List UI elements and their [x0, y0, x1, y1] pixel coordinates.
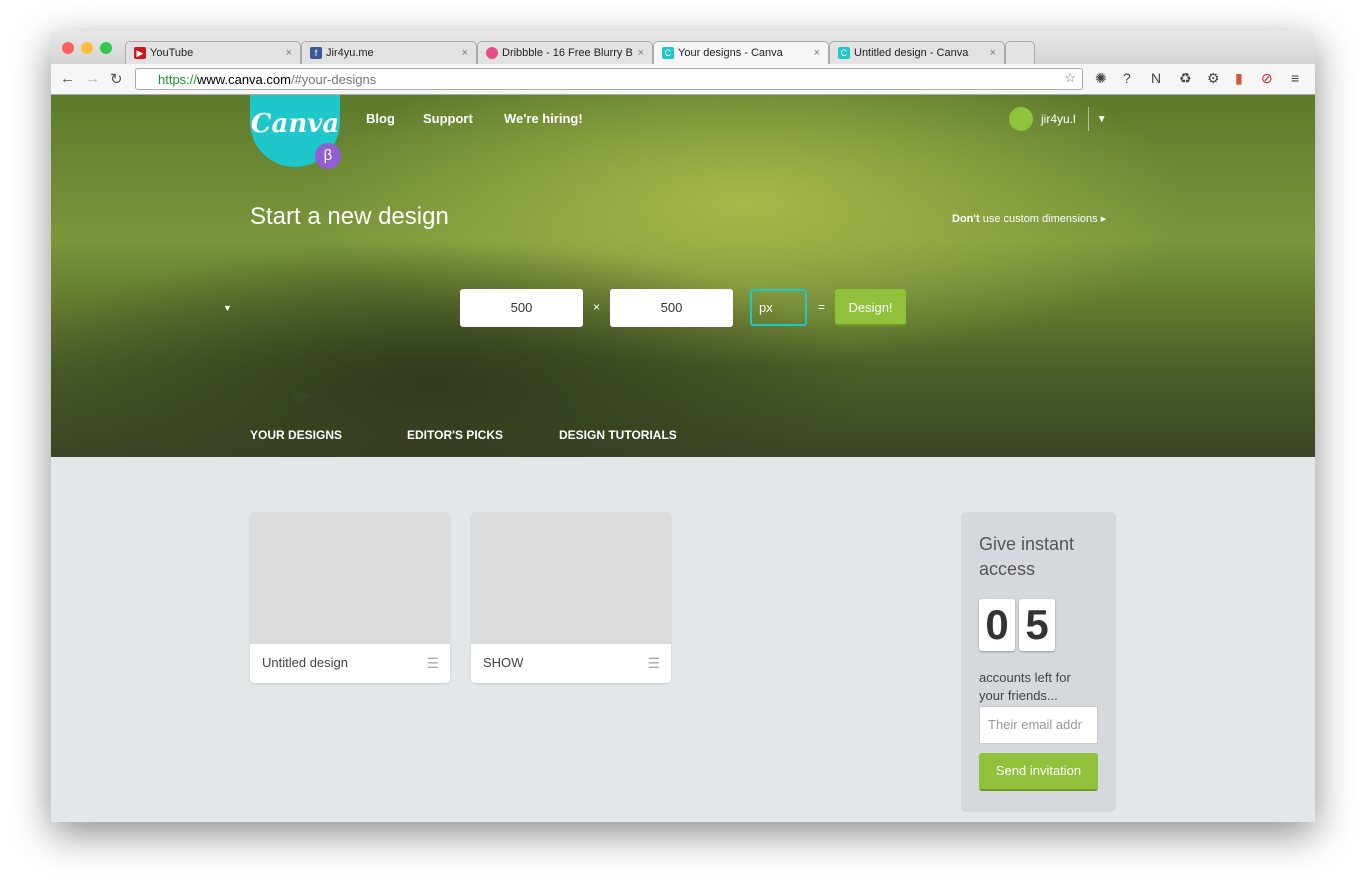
- new-tab-button[interactable]: [1005, 41, 1035, 64]
- user-menu[interactable]: jir4yu.l ▼: [1009, 107, 1107, 131]
- tab-editors-picks[interactable]: EDITOR'S PICKS: [407, 428, 503, 442]
- blog-link[interactable]: Blog: [366, 111, 395, 126]
- facebook-icon: f: [310, 47, 322, 59]
- hero-banner: Canva β Blog Support We're hiring! jir4y…: [51, 95, 1315, 457]
- support-link[interactable]: Support: [423, 111, 473, 126]
- counter-digit: 5: [1019, 599, 1055, 651]
- invite-panel: Give instant access 0 5 accounts left fo…: [961, 512, 1116, 812]
- settings-extension-icon[interactable]: ⚙: [1207, 70, 1220, 87]
- browser-tab[interactable]: f Jir4yu.me ×: [301, 41, 477, 64]
- beta-badge: β: [315, 143, 341, 169]
- adblock-extension-icon[interactable]: ⊘: [1261, 70, 1273, 87]
- times-sign: ×: [593, 300, 601, 314]
- hiring-link[interactable]: We're hiring!: [504, 111, 583, 126]
- menu-icon[interactable]: ≡: [1291, 70, 1299, 86]
- canva-icon: C: [838, 47, 850, 59]
- address-bar[interactable]: https://www.canva.com/#your-designs ☆: [135, 68, 1083, 90]
- browser-toolbar: ← → ↻ https://www.canva.com/#your-design…: [51, 64, 1315, 95]
- avatar: [1009, 107, 1033, 131]
- browser-window: ▶ YouTube × f Jir4yu.me × Dribbble - 16 Free…: [51, 31, 1315, 822]
- zoom-window-button[interactable]: [100, 42, 112, 54]
- canva-icon: C: [662, 47, 674, 59]
- youtube-icon: ▶: [134, 47, 146, 59]
- design-button[interactable]: Design!: [835, 289, 906, 326]
- browser-tab-active[interactable]: C Your designs - Canva ×: [653, 41, 829, 64]
- hamburger-menu-icon[interactable]: ☰: [647, 655, 660, 672]
- minimize-window-button[interactable]: [81, 42, 93, 54]
- bookmark-extension-icon[interactable]: ▮: [1235, 70, 1243, 87]
- hamburger-menu-icon[interactable]: ☰: [426, 655, 439, 672]
- back-icon[interactable]: ←: [60, 70, 75, 87]
- design-thumbnail[interactable]: [471, 512, 671, 644]
- collapse-arrow-icon[interactable]: ▼: [223, 303, 232, 313]
- design-card[interactable]: Untitled design ☰: [250, 512, 450, 683]
- close-tab-icon[interactable]: ×: [462, 47, 468, 59]
- reload-icon[interactable]: ↻: [110, 70, 123, 88]
- equals-sign: =: [818, 300, 826, 314]
- color-picker-extension-icon[interactable]: ✺: [1095, 70, 1107, 87]
- forward-icon[interactable]: →: [85, 70, 100, 87]
- browser-tab[interactable]: Dribbble - 16 Free Blurry B ×: [477, 41, 653, 64]
- send-invitation-button[interactable]: Send invitation: [979, 753, 1098, 791]
- tab-your-designs[interactable]: YOUR DESIGNS: [250, 428, 342, 442]
- email-input[interactable]: Their email addr: [979, 706, 1098, 744]
- close-tab-icon[interactable]: ×: [286, 47, 292, 59]
- evernote-extension-icon[interactable]: N: [1151, 70, 1161, 86]
- tab-design-tutorials[interactable]: DESIGN TUTORIALS: [559, 428, 677, 442]
- custom-dimensions-link[interactable]: Don't use custom dimensions ▸: [952, 212, 1106, 225]
- page-title: Start a new design: [250, 203, 449, 230]
- width-input[interactable]: 500: [460, 289, 583, 327]
- close-tab-icon[interactable]: ×: [990, 47, 996, 59]
- browser-tab[interactable]: C Untitled design - Canva ×: [829, 41, 1005, 64]
- recycle-extension-icon[interactable]: ♻: [1179, 70, 1192, 87]
- design-card[interactable]: SHOW ☰: [471, 512, 671, 683]
- close-tab-icon[interactable]: ×: [814, 47, 820, 59]
- counter-digit: 0: [979, 599, 1015, 651]
- close-tab-icon[interactable]: ×: [638, 47, 644, 59]
- close-window-button[interactable]: [62, 42, 74, 54]
- unit-select[interactable]: px: [750, 289, 807, 326]
- dribbble-icon: [486, 47, 498, 59]
- bookmark-star-icon[interactable]: ☆: [1064, 70, 1076, 86]
- browser-tab[interactable]: ▶ YouTube ×: [125, 41, 301, 64]
- height-input[interactable]: 500: [610, 289, 733, 327]
- design-thumbnail[interactable]: [250, 512, 450, 644]
- tab-bar: ▶ YouTube × f Jir4yu.me × Dribbble - 16 Free…: [51, 31, 1315, 64]
- active-tab-indicator: [288, 393, 312, 405]
- chevron-down-icon[interactable]: ▼: [1097, 114, 1107, 125]
- help-extension-icon[interactable]: ?: [1123, 70, 1131, 86]
